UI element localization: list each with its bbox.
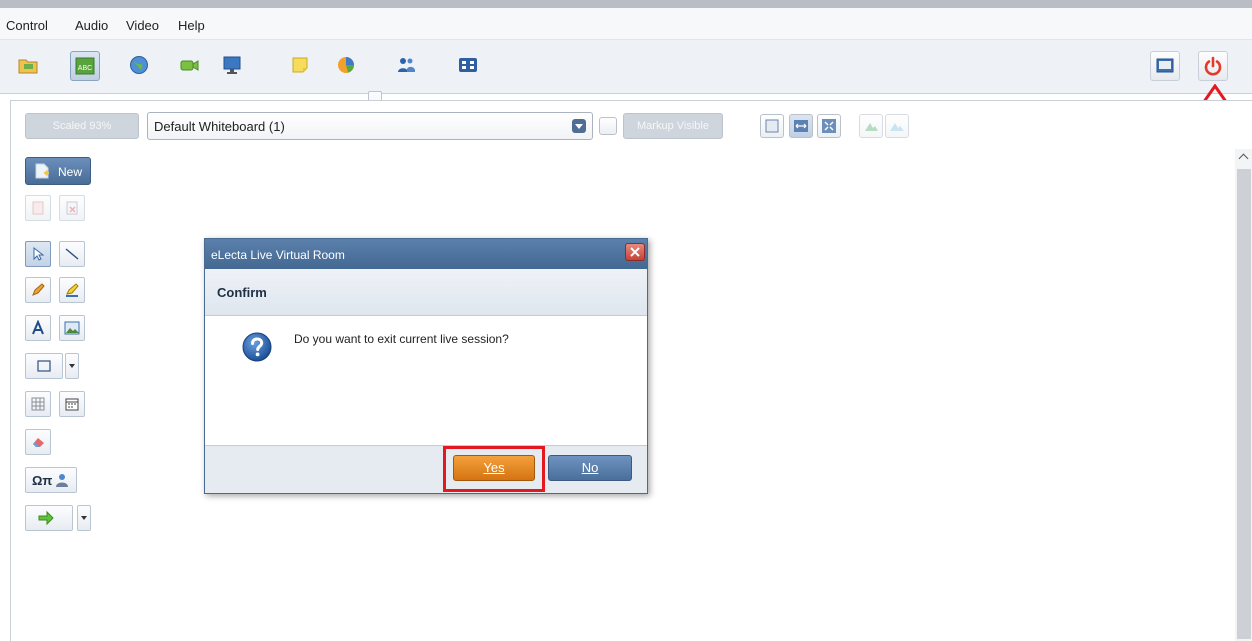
dialog-title: eLecta Live Virtual Room: [211, 248, 345, 262]
power-icon: [1204, 56, 1222, 76]
no-button[interactable]: No: [548, 455, 632, 481]
delete-page-icon: [66, 201, 78, 215]
new-page-icon: [35, 163, 49, 179]
camera-icon: [180, 60, 199, 71]
menu-help[interactable]: Help: [178, 18, 205, 33]
svg-text:ABC: ABC: [78, 65, 92, 72]
fit-width-button[interactable]: [789, 114, 813, 138]
eraser-icon: [33, 438, 44, 447]
pointer-icon: [33, 246, 45, 261]
scroll-up-icon[interactable]: [1235, 149, 1252, 167]
highlighter-tool[interactable]: [59, 277, 85, 303]
person-icon: [56, 474, 68, 487]
view-normal-button[interactable]: [760, 114, 784, 138]
dialog-close-button[interactable]: [625, 243, 645, 261]
symbols-tool[interactable]: Ωπ: [25, 467, 77, 493]
scroll-thumb[interactable]: [1237, 169, 1251, 639]
image-icon: [64, 321, 80, 335]
table-tool[interactable]: [25, 391, 51, 417]
fit-page-icon: [822, 119, 836, 133]
text-tool[interactable]: [25, 315, 51, 341]
webcam-button[interactable]: [175, 51, 205, 81]
fit-page-button[interactable]: [817, 114, 841, 138]
next-page-button[interactable]: [885, 114, 909, 138]
new-page-button[interactable]: New: [25, 157, 91, 185]
menu-audio[interactable]: Audio: [75, 18, 108, 33]
dialog-footer: Yes No: [205, 445, 647, 493]
confirm-dialog: eLecta Live Virtual Room Confirm Do you …: [204, 238, 648, 494]
markup-checkbox[interactable]: [599, 117, 617, 135]
users-icon: [398, 58, 415, 72]
video-layout-icon: [1156, 58, 1174, 73]
new-page-label: New: [58, 165, 83, 179]
folder-icon: [18, 59, 38, 74]
dialog-message: Do you want to exit current live session…: [294, 332, 509, 346]
highlighter-icon: [66, 283, 79, 297]
document-icon: [32, 201, 44, 215]
notes-button[interactable]: [286, 51, 316, 81]
arrow-right-icon: [38, 510, 54, 526]
question-icon: [242, 332, 272, 362]
poll-button[interactable]: [332, 51, 362, 81]
vertical-scrollbar[interactable]: [1235, 149, 1252, 641]
menu-bar: Control Audio Video Help: [0, 8, 1252, 40]
dialog-titlebar: eLecta Live Virtual Room: [205, 239, 647, 269]
close-icon: [630, 247, 640, 257]
calendar-icon: [65, 398, 79, 411]
mountain-left-icon: [865, 123, 878, 131]
arrow-dropdown[interactable]: [77, 505, 91, 531]
layout-button[interactable]: [1150, 51, 1180, 81]
dialog-header-title: Confirm: [217, 285, 267, 300]
calendar-tool[interactable]: [59, 391, 85, 417]
text-a-icon: [32, 320, 44, 335]
no-label: No: [581, 460, 599, 475]
arrow-tool[interactable]: [25, 505, 73, 531]
eraser-tool[interactable]: [25, 429, 51, 455]
delete-page-button[interactable]: [59, 195, 85, 221]
film-icon: [459, 58, 477, 72]
line-tool[interactable]: [59, 241, 85, 267]
whiteboard-select-value: Default Whiteboard (1): [154, 119, 285, 134]
open-folder-button[interactable]: [14, 51, 44, 81]
participants-button[interactable]: [392, 51, 422, 81]
globe-icon: [130, 56, 148, 74]
symbols-label: Ωπ: [32, 473, 53, 488]
scale-indicator[interactable]: Scaled 93%: [25, 113, 139, 139]
exit-session-button[interactable]: [1198, 51, 1228, 81]
shape-dropdown[interactable]: [65, 353, 79, 379]
import-doc-button[interactable]: [25, 195, 51, 221]
text-abc-icon: ABC: [75, 57, 95, 75]
pencil-icon: [32, 283, 45, 296]
grid-icon: [31, 397, 45, 411]
rectangle-icon: [37, 360, 51, 372]
web-browser-button[interactable]: [125, 51, 155, 81]
menu-video[interactable]: Video: [126, 18, 159, 33]
fit-width-icon: [794, 120, 808, 132]
line-icon: [65, 248, 79, 260]
screen-share-button[interactable]: [218, 51, 248, 81]
window-top-strip: [0, 0, 1252, 8]
prev-page-button[interactable]: [859, 114, 883, 138]
main-toolbar: ABC: [0, 40, 1252, 121]
chevron-down-icon: [572, 119, 586, 133]
yes-highlight-annotation: [443, 446, 545, 492]
rectangle-tool[interactable]: [25, 353, 63, 379]
whiteboard-toolbar: Scaled 93% Default Whiteboard (1) Markup…: [25, 111, 1252, 141]
menu-control[interactable]: Control: [6, 18, 48, 33]
pencil-tool[interactable]: [25, 277, 51, 303]
monitor-icon: [223, 56, 241, 74]
markup-visible-button[interactable]: Markup Visible: [623, 113, 723, 139]
select-tool[interactable]: [25, 241, 51, 267]
image-tool[interactable]: [59, 315, 85, 341]
pie-chart-icon: [338, 57, 354, 73]
page-view-icon: [765, 119, 779, 133]
mountain-right-icon: [890, 123, 904, 131]
sticky-note-icon: [292, 57, 308, 73]
whiteboard-select[interactable]: Default Whiteboard (1): [147, 112, 593, 140]
text-chat-button[interactable]: ABC: [70, 51, 100, 81]
dialog-header: Confirm: [205, 269, 647, 316]
recording-button[interactable]: [454, 51, 484, 81]
